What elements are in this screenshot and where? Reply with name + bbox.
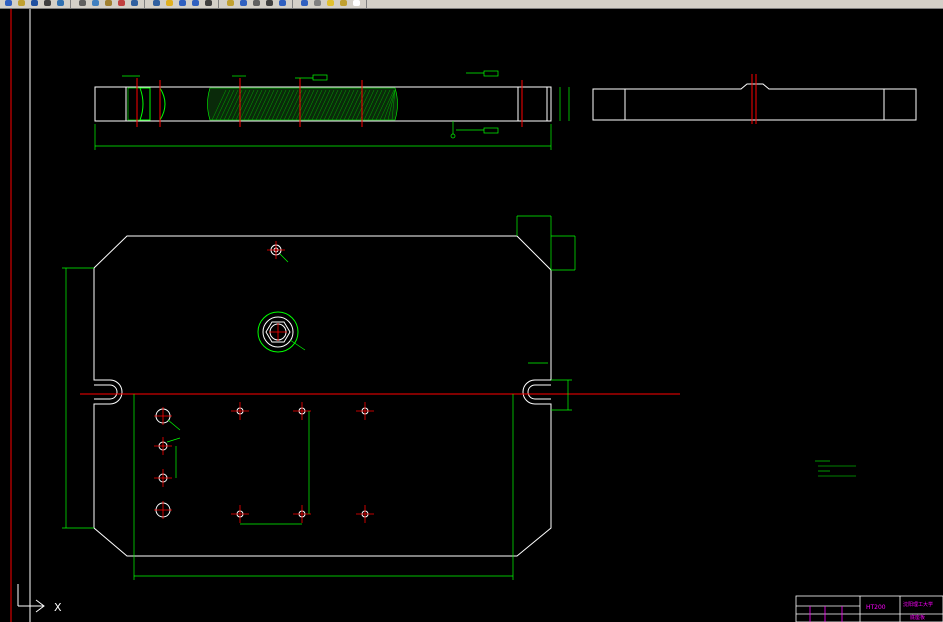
undo-button[interactable] (130, 0, 140, 7)
cut-icon (79, 0, 86, 6)
lock-button[interactable] (339, 0, 349, 7)
plan-view-dimensions (62, 215, 576, 580)
toolbar-separator (292, 0, 293, 8)
new-button[interactable] (4, 0, 14, 7)
side-view-centerlines (751, 74, 757, 124)
match-icon (118, 0, 125, 6)
copy-button[interactable] (91, 0, 101, 7)
tool-palette-icon (240, 0, 247, 6)
preview-button[interactable] (56, 0, 66, 7)
title-block-material: HT200 (866, 604, 886, 611)
help-button[interactable] (300, 0, 310, 7)
design-center-button[interactable] (226, 0, 236, 7)
plot-icon (44, 0, 51, 6)
zoom-previous-button[interactable] (191, 0, 201, 7)
paste-icon (105, 0, 112, 6)
match-button[interactable] (117, 0, 127, 7)
open-button[interactable] (17, 0, 27, 7)
color-button[interactable] (352, 0, 362, 7)
save-button[interactable] (30, 0, 40, 7)
technical-notes (815, 460, 856, 477)
properties-button[interactable] (204, 0, 214, 7)
tool-palette-button[interactable] (239, 0, 249, 7)
cad-canvas[interactable]: HT200 沈阳理工大学 底座板 X (0, 9, 943, 622)
markup-button[interactable] (265, 0, 275, 7)
toolbar-separator (366, 0, 367, 8)
side-view[interactable] (592, 83, 917, 121)
help-icon (301, 0, 308, 6)
sun-button[interactable] (326, 0, 336, 7)
zoom-previous-icon (192, 0, 199, 6)
calculator-icon (279, 0, 286, 6)
toolbar-separator (218, 0, 219, 8)
preview-icon (57, 0, 64, 6)
ucs-x-label: X (54, 601, 62, 614)
undo-icon (131, 0, 138, 6)
zoom-button[interactable] (178, 0, 188, 7)
section-hatch (127, 87, 398, 121)
save-icon (31, 0, 38, 6)
title-block-school: 沈阳理工大学 (903, 601, 933, 608)
layer-icon (314, 0, 321, 6)
plot-button[interactable] (43, 0, 53, 7)
redo-icon (153, 0, 160, 6)
color-icon (353, 0, 360, 6)
properties-icon (205, 0, 212, 6)
sun-icon (327, 0, 334, 6)
open-icon (18, 0, 25, 6)
copy-icon (92, 0, 99, 6)
plan-view-outline[interactable] (93, 235, 552, 557)
zoom-icon (179, 0, 186, 6)
toolbar-separator (144, 0, 145, 8)
redo-button[interactable] (152, 0, 162, 7)
hole-centermarks (154, 241, 374, 523)
layer-button[interactable] (313, 0, 323, 7)
sheet-set-icon (253, 0, 260, 6)
pan-icon (166, 0, 173, 6)
sheet-set-button[interactable] (252, 0, 262, 7)
ucs-icon (17, 584, 45, 613)
calculator-button[interactable] (278, 0, 288, 7)
lock-icon (340, 0, 347, 6)
standard-toolbar (0, 0, 943, 9)
drawing-viewport[interactable]: HT200 沈阳理工大学 底座板 X (0, 9, 943, 622)
new-icon (5, 0, 12, 6)
title-block-part-name: 底座板 (910, 614, 925, 621)
cut-button[interactable] (78, 0, 88, 7)
toolbar-separator (70, 0, 71, 8)
design-center-icon (227, 0, 234, 6)
markup-icon (266, 0, 273, 6)
plan-view-holes[interactable] (155, 244, 369, 518)
paste-button[interactable] (104, 0, 114, 7)
pan-button[interactable] (165, 0, 175, 7)
